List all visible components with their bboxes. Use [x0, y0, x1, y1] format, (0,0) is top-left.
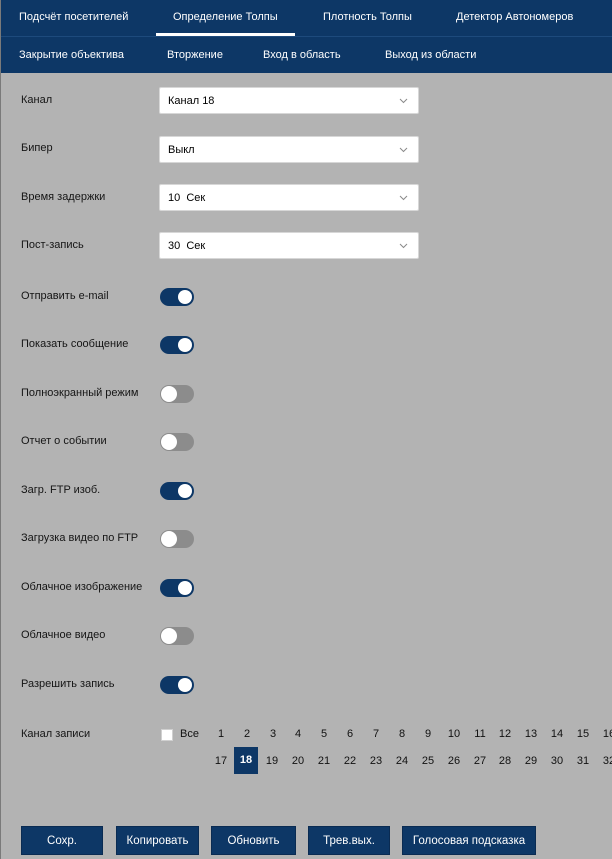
channel-number[interactable]: 26 — [442, 755, 466, 767]
toggle-knob — [178, 581, 192, 595]
show-message-label: Показать сообщение — [21, 338, 129, 350]
beeper-select-value: Выкл — [168, 144, 195, 156]
fullscreen-label: Полноэкранный режим — [21, 387, 139, 399]
ftp-image-toggle[interactable] — [160, 482, 194, 500]
channel-number[interactable]: 30 — [545, 755, 569, 767]
channel-number[interactable]: 15 — [571, 728, 595, 740]
send-email-label: Отправить e-mail — [21, 290, 109, 302]
channel-number[interactable]: 31 — [571, 755, 595, 767]
post-record-label: Пост-запись — [21, 239, 84, 251]
channel-number-selected[interactable]: 18 — [234, 747, 258, 774]
tab-crowd-detection[interactable]: Определение Толпы — [156, 11, 295, 36]
cloud-image-label: Облачное изображение — [21, 581, 143, 593]
channel-number[interactable]: 9 — [416, 728, 440, 740]
post-record-select[interactable]: 30 Сек — [159, 232, 419, 259]
channel-number[interactable]: 32 — [597, 755, 612, 767]
tab-plate-detector[interactable]: Детектор Автономеров — [456, 11, 573, 23]
toggle-knob — [178, 338, 192, 352]
beeper-label: Бипер — [21, 142, 53, 154]
fullscreen-toggle[interactable] — [160, 385, 194, 403]
toggle-knob — [161, 386, 177, 402]
delay-select[interactable]: 10 Сек — [159, 184, 419, 211]
channel-number[interactable]: 28 — [493, 755, 517, 767]
select-all-label: Все — [180, 728, 199, 740]
channel-number[interactable]: 6 — [338, 728, 362, 740]
channel-number[interactable]: 22 — [338, 755, 362, 767]
tab-crowd-density[interactable]: Плотность Толпы — [323, 11, 412, 23]
event-report-label: Отчет о событии — [21, 435, 107, 447]
tab-bar-primary: Подсчёт посетителей Определение Толпы Пл… — [1, 0, 612, 36]
send-email-toggle[interactable] — [160, 288, 194, 306]
channel-number[interactable]: 13 — [519, 728, 543, 740]
channel-number[interactable]: 14 — [545, 728, 569, 740]
voice-prompt-button[interactable]: Голосовая подсказка — [402, 826, 536, 855]
refresh-button[interactable]: Обновить — [211, 826, 296, 855]
cloud-image-toggle[interactable] — [160, 579, 194, 597]
chevron-down-icon — [399, 195, 408, 201]
channel-number[interactable]: 12 — [493, 728, 517, 740]
toggle-knob — [178, 290, 192, 304]
cloud-video-label: Облачное видео — [21, 629, 106, 641]
copy-button[interactable]: Копировать — [116, 826, 199, 855]
delay-select-value: 10 Сек — [168, 192, 206, 204]
toggle-knob — [161, 531, 177, 547]
channel-number[interactable]: 11 — [468, 728, 492, 740]
channel-number[interactable]: 20 — [286, 755, 310, 767]
channel-number[interactable]: 24 — [390, 755, 414, 767]
tab-lens-cover[interactable]: Закрытие объектива — [19, 49, 124, 61]
channel-number[interactable]: 19 — [260, 755, 284, 767]
channel-number[interactable]: 10 — [442, 728, 466, 740]
channel-label: Канал — [21, 94, 53, 106]
chevron-down-icon — [399, 98, 408, 104]
channel-select[interactable]: Канал 18 — [159, 87, 419, 114]
tab-region-exit[interactable]: Выход из области — [385, 49, 476, 61]
enable-record-label: Разрешить запись — [21, 678, 115, 690]
beeper-select[interactable]: Выкл — [159, 136, 419, 163]
channel-number[interactable]: 1 — [209, 728, 233, 740]
tab-region-entrance[interactable]: Вход в область — [263, 49, 341, 61]
channel-number[interactable]: 21 — [312, 755, 336, 767]
chevron-down-icon — [399, 243, 408, 249]
ftp-video-toggle[interactable] — [160, 530, 194, 548]
delay-label: Время задержки — [21, 191, 106, 203]
cloud-video-toggle[interactable] — [160, 627, 194, 645]
record-channel-label: Канал записи — [21, 728, 91, 740]
tab-bar-secondary: Закрытие объектива Вторжение Вход в обла… — [1, 36, 612, 73]
enable-record-toggle[interactable] — [160, 676, 194, 694]
toggle-knob — [161, 628, 177, 644]
alarm-output-button[interactable]: Трев.вых. — [308, 826, 390, 855]
toggle-knob — [161, 434, 177, 450]
channel-number[interactable]: 16 — [597, 728, 612, 740]
channel-number[interactable]: 8 — [390, 728, 414, 740]
channel-number[interactable]: 5 — [312, 728, 336, 740]
channel-number[interactable]: 3 — [261, 728, 285, 740]
channel-number[interactable]: 27 — [468, 755, 492, 767]
channel-number[interactable]: 29 — [519, 755, 543, 767]
chevron-down-icon — [399, 147, 408, 153]
event-report-toggle[interactable] — [160, 433, 194, 451]
tab-intrusion[interactable]: Вторжение — [167, 49, 223, 61]
channel-number[interactable]: 4 — [286, 728, 310, 740]
ftp-image-label: Загр. FTP изоб. — [21, 484, 101, 496]
channel-number[interactable]: 17 — [209, 755, 233, 767]
channel-select-value: Канал 18 — [168, 95, 215, 107]
post-record-select-value: 30 Сек — [168, 240, 206, 252]
tab-people-counting[interactable]: Подсчёт посетителей — [19, 11, 128, 23]
channel-number[interactable]: 23 — [364, 755, 388, 767]
settings-panel: Подсчёт посетителей Определение Толпы Пл… — [0, 0, 612, 859]
save-button[interactable]: Сохр. — [21, 826, 103, 855]
toggle-knob — [178, 484, 192, 498]
channel-number[interactable]: 2 — [235, 728, 259, 740]
select-all-checkbox[interactable] — [161, 729, 173, 741]
ftp-video-label: Загрузка видео по FTP — [21, 532, 139, 544]
channel-number[interactable]: 25 — [416, 755, 440, 767]
toggle-knob — [178, 678, 192, 692]
show-message-toggle[interactable] — [160, 336, 194, 354]
channel-number[interactable]: 7 — [364, 728, 388, 740]
